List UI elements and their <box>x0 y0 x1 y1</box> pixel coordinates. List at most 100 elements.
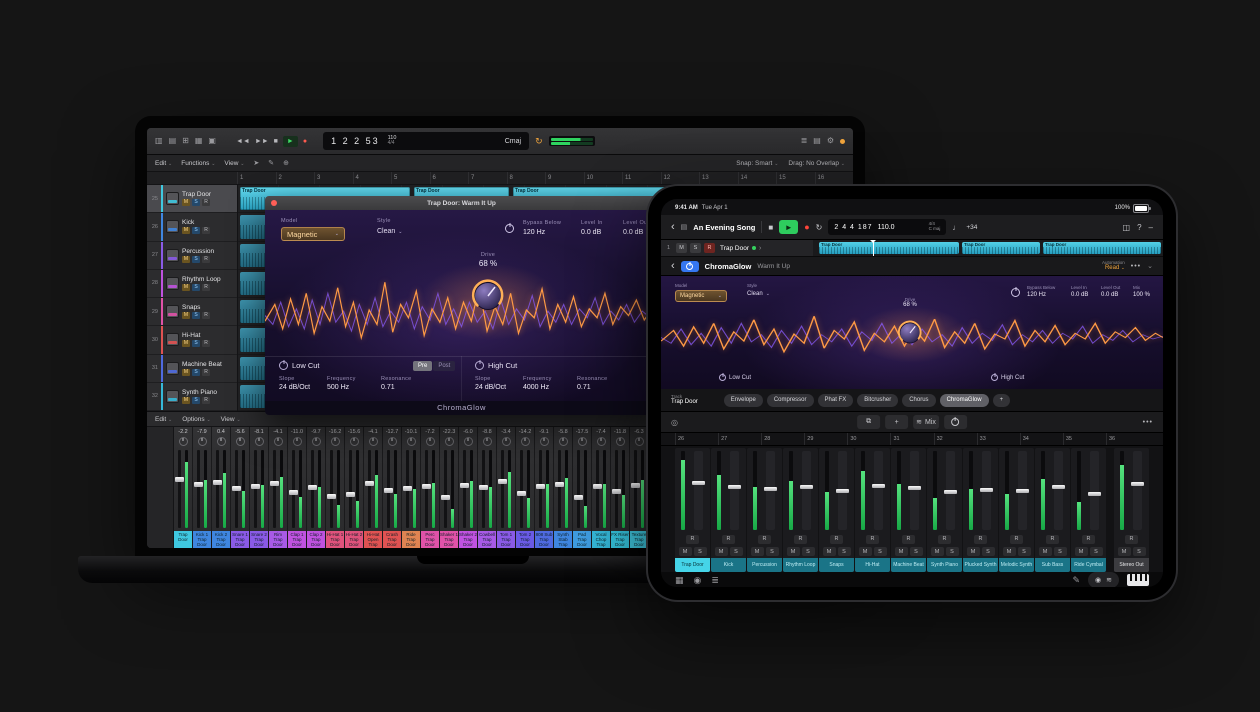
low-cut-slope-value[interactable]: 24 dB/Oct <box>279 384 310 391</box>
fader-cap[interactable] <box>764 487 777 491</box>
volume-fader[interactable] <box>387 450 390 528</box>
record-enable-button[interactable]: R <box>686 535 699 544</box>
channel-name[interactable]: Cowbell Trap Door <box>478 531 496 548</box>
smart-controls-icon[interactable]: ⊞ <box>182 137 189 145</box>
channel-name[interactable]: Melodic Synth <box>999 558 1034 572</box>
menu-item[interactable]: View ⌄ <box>224 160 244 167</box>
bypass-below-value[interactable]: 120 Hz <box>1027 292 1055 298</box>
mixer-channel-strip[interactable]: R M S Ride Cymbal <box>1071 448 1106 572</box>
track-header[interactable]: 31 Machine Beat M S R <box>147 355 237 383</box>
record-button[interactable]: ● <box>804 222 809 232</box>
channel-name[interactable]: Shaker 2 Trap Door <box>459 531 477 548</box>
mixer-channel-strip[interactable]: R M S Stereo Out <box>1114 448 1149 572</box>
fader-cap[interactable] <box>251 484 260 489</box>
fader-cap[interactable] <box>836 489 849 493</box>
record-enable-button[interactable]: R <box>938 535 951 544</box>
channel-strip[interactable]: -9.1 808 Sub Tr <box>535 427 553 548</box>
channel-name[interactable]: Rhythm Loop <box>783 558 818 572</box>
mute-button[interactable]: M <box>182 199 190 206</box>
level-out-value[interactable]: 0.0 dB <box>1101 292 1120 298</box>
volume-fader[interactable] <box>235 450 238 528</box>
channel-strip[interactable]: -3.4 Tom 1 Trap <box>497 427 515 548</box>
channel-strip[interactable]: -4.1 Hi-Hat Ope <box>364 427 382 548</box>
channel-name[interactable]: Clap 1 Trap Door <box>288 531 306 548</box>
pan-knob[interactable] <box>502 437 511 446</box>
record-enable-button[interactable]: R <box>1046 535 1059 544</box>
edit-pencil-icon[interactable]: ✎ <box>1072 575 1080 586</box>
level-in-value[interactable]: 0.0 dB <box>1071 292 1088 298</box>
channel-strip[interactable]: 0.4 Kick 2 Trap <box>212 427 230 548</box>
menu-item[interactable]: Edit ⌄ <box>155 160 172 167</box>
pan-knob[interactable] <box>521 437 530 446</box>
fader-cap[interactable] <box>479 485 488 490</box>
faders-icon[interactable]: ≋ <box>1106 576 1112 584</box>
fader-cap[interactable] <box>346 492 355 497</box>
pan-knob[interactable] <box>540 437 549 446</box>
fader-cap[interactable] <box>980 488 993 492</box>
record-enable-button[interactable]: R <box>202 284 210 291</box>
model-select[interactable]: Magnetic⌄ <box>281 227 345 241</box>
track-header[interactable]: 32 Synth Piano M S R <box>147 383 237 411</box>
pre-button[interactable]: Pre <box>413 361 432 371</box>
volume-fader[interactable] <box>766 451 775 530</box>
channel-name[interactable]: Snare 1 Trap Door <box>231 531 249 548</box>
volume-fader[interactable] <box>910 451 919 530</box>
pan-knob[interactable] <box>426 437 435 446</box>
plugin-chain-button[interactable]: Chorus <box>902 394 935 407</box>
project-title[interactable]: An Evening Song <box>693 223 755 232</box>
mute-button[interactable]: M <box>182 340 190 347</box>
channel-name[interactable]: Hi-Hat 1 Trap Door <box>326 531 344 548</box>
mixer-channel-strip[interactable]: R M S Synth Piano <box>927 448 962 572</box>
plugin-chain-button[interactable]: Envelope <box>724 394 763 407</box>
pan-knob[interactable] <box>635 437 644 446</box>
mix-value[interactable]: 100 % <box>1133 292 1150 298</box>
record-enable-button[interactable]: R <box>202 312 210 319</box>
volume-fader[interactable] <box>596 450 599 528</box>
fader-cap[interactable] <box>460 483 469 488</box>
inspector-icon[interactable]: ▤ <box>169 137 177 145</box>
pan-knob[interactable] <box>312 437 321 446</box>
mixer-icon[interactable]: ▦ <box>195 137 203 145</box>
channel-name[interactable]: Kick 2 Trap Door <box>212 531 230 548</box>
mixer-channel-strip[interactable]: R M S Trap Door <box>675 448 710 572</box>
pan-knob[interactable] <box>388 437 397 446</box>
track-header[interactable]: 27 Percussion M S R <box>147 242 237 270</box>
record-enable-button[interactable]: R <box>202 369 210 376</box>
catch-playhead-icon[interactable]: ◎ <box>671 418 678 427</box>
record-enable-button[interactable]: R <box>202 256 210 263</box>
volume-fader[interactable] <box>730 451 739 530</box>
high-cut-resonance-value[interactable]: 0.71 <box>577 384 608 391</box>
mix-toggle[interactable]: ≋ Mix <box>913 415 939 429</box>
channel-strip[interactable]: -8.8 Cowbell Tr <box>478 427 496 548</box>
track-header[interactable]: 25 Trap Door M S R <box>147 185 237 213</box>
fader-cap[interactable] <box>327 494 336 499</box>
low-cut-resonance-value[interactable]: 0.71 <box>381 384 412 391</box>
channel-strip[interactable]: -6.0 Shaker 2 T <box>459 427 477 548</box>
pan-knob[interactable] <box>464 437 473 446</box>
level-out-value[interactable]: 0.0 dB <box>623 229 649 236</box>
channel-name[interactable]: Tom 2 Trap Door <box>516 531 534 548</box>
audio-region[interactable]: Trap Door <box>962 242 1040 254</box>
channel-strip[interactable]: -14.2 Tom 2 Tra <box>516 427 534 548</box>
fader-cap[interactable] <box>593 484 602 489</box>
automation-control[interactable]: Automation Read ⌄ <box>1102 260 1125 273</box>
channel-name[interactable]: Machine Beat <box>891 558 926 572</box>
solo-button[interactable]: S <box>192 227 200 234</box>
track-header[interactable]: 30 Hi-Hat M S R <box>147 326 237 354</box>
channel-name[interactable]: Pad Trap Door <box>573 531 591 548</box>
volume-fader[interactable] <box>577 450 580 528</box>
browser-icon[interactable]: ◉ <box>694 575 702 586</box>
style-select[interactable]: Clean⌄ <box>377 228 403 235</box>
mute-button[interactable]: M <box>895 547 908 556</box>
volume-fader[interactable] <box>539 450 542 528</box>
channel-strip[interactable]: -22.3 Shaker 1 <box>440 427 458 548</box>
mixer-channel-strip[interactable]: R M S Hi-Hat <box>855 448 890 572</box>
more-icon[interactable]: ••• <box>1131 263 1141 270</box>
fader-cap[interactable] <box>175 477 184 482</box>
pan-knob[interactable] <box>483 437 492 446</box>
volume-fader[interactable] <box>946 451 955 530</box>
mute-button[interactable]: M <box>787 547 800 556</box>
channel-name[interactable]: Trap Door <box>675 558 710 572</box>
solo-button[interactable]: S <box>694 547 707 556</box>
playhead[interactable] <box>873 240 874 256</box>
